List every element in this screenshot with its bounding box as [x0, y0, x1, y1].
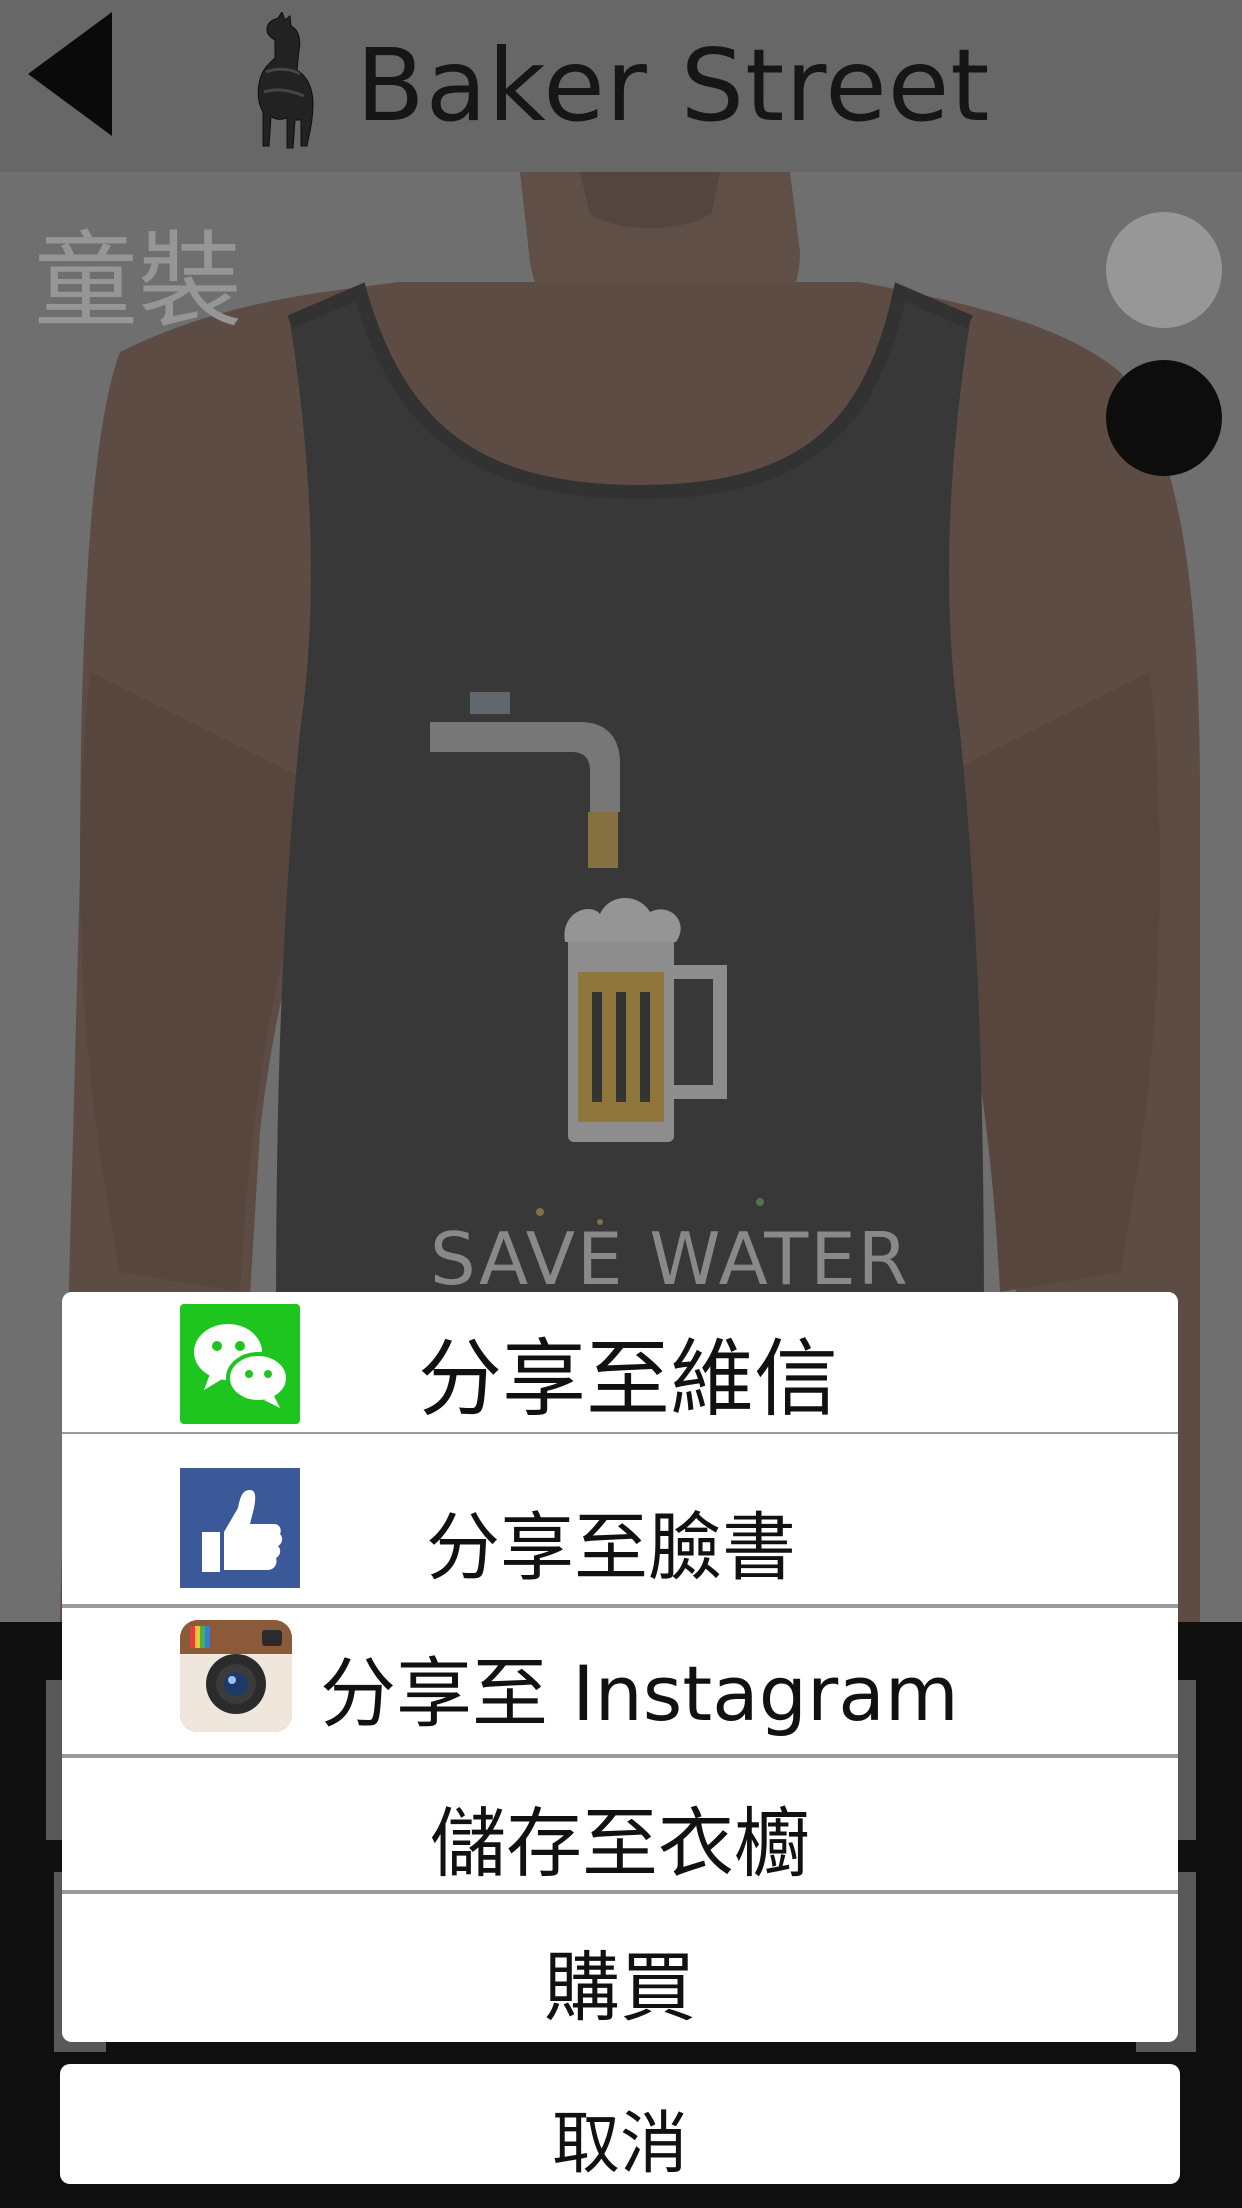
- buy-button[interactable]: 購買: [62, 1894, 1178, 2042]
- color-swatch-black[interactable]: [1106, 360, 1222, 476]
- share-instagram-button[interactable]: 分享至 Instagram: [62, 1608, 1178, 1748]
- share-facebook-label: 分享至臉書: [426, 1505, 796, 1591]
- share-facebook-button[interactable]: 分享至臉書: [62, 1434, 1178, 1594]
- cancel-label: 取消: [551, 2105, 688, 2184]
- alpaca-logo-icon: [257, 12, 314, 149]
- back-arrow-icon[interactable]: [28, 12, 112, 136]
- wechat-icon: [180, 1304, 300, 1424]
- share-action-sheet: 分享至維信 分享至臉書 分享至 Instagram 儲存至衣櫥 購買: [62, 1292, 1178, 2042]
- color-swatch-light-gray[interactable]: [1106, 212, 1222, 328]
- save-to-wardrobe-label: 儲存至衣櫥: [430, 1799, 810, 1888]
- instagram-icon: [180, 1620, 292, 1732]
- share-wechat-label: 分享至維信: [418, 1330, 839, 1428]
- category-label: 童裝: [34, 220, 243, 342]
- top-bar: Baker Street: [0, 0, 1242, 172]
- facebook-like-icon: [180, 1468, 300, 1588]
- share-wechat-button[interactable]: 分享至維信: [62, 1292, 1178, 1432]
- save-to-wardrobe-button[interactable]: 儲存至衣櫥: [62, 1758, 1178, 1890]
- cancel-button[interactable]: 取消: [60, 2064, 1180, 2184]
- brand-title: Baker Street: [356, 27, 991, 144]
- buy-label: 購買: [544, 1943, 696, 2032]
- share-instagram-label: 分享至 Instagram: [320, 1649, 959, 1738]
